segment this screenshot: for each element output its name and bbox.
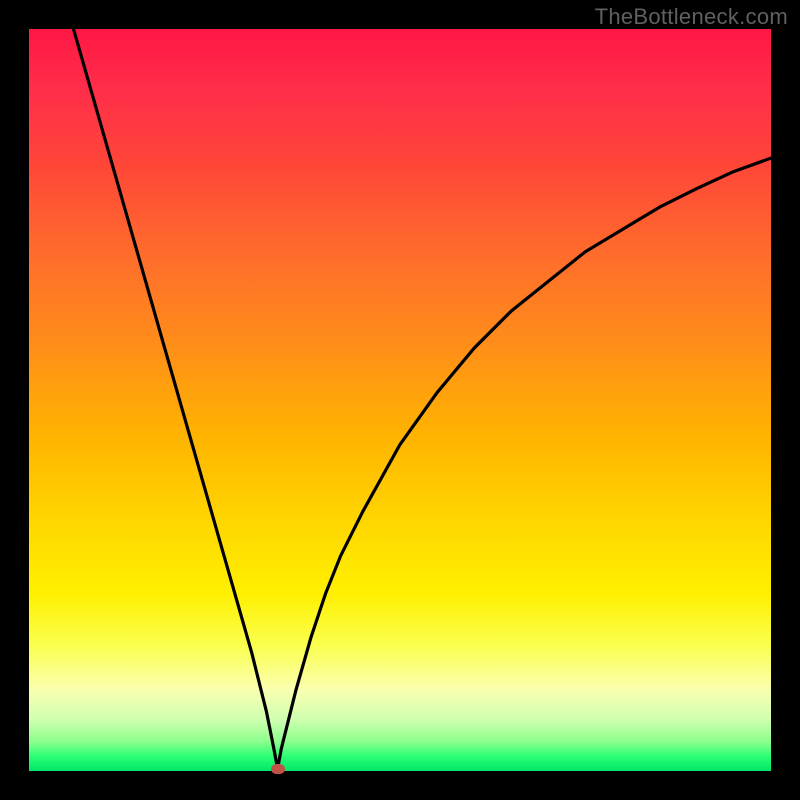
chart-frame: TheBottleneck.com	[0, 0, 800, 800]
watermark-text: TheBottleneck.com	[595, 4, 788, 30]
optimal-point-marker	[271, 764, 285, 774]
bottleneck-curve	[29, 29, 771, 771]
